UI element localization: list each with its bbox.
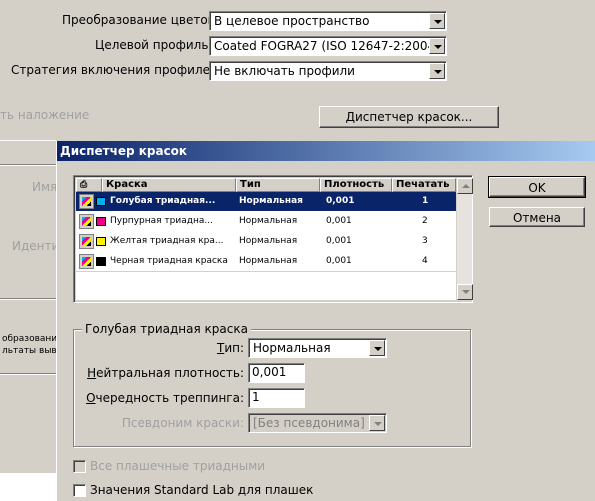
ident-label: Иденти: [12, 239, 60, 253]
trapping-sequence-label: Очередность треппинга:: [86, 391, 244, 405]
swatch-icon: [96, 237, 106, 246]
overlay-label: ть наложение: [0, 108, 90, 122]
process-ink-icon[interactable]: [79, 234, 94, 249]
all-spots-to-process-label: Все плашечные триадными: [90, 459, 266, 473]
profile-strategy-select[interactable]: Не включать профили: [209, 61, 447, 81]
type-select[interactable]: Нормальная: [248, 338, 387, 358]
chevron-down-icon[interactable]: [369, 340, 385, 356]
name-label: Имя: [32, 180, 58, 194]
group-title: Голубая триадная краска: [82, 322, 251, 336]
column-header-type[interactable]: Тип: [236, 178, 320, 192]
use-standard-lab-checkbox[interactable]: [73, 484, 86, 497]
chevron-down-icon[interactable]: [429, 63, 445, 79]
target-profile-select[interactable]: Coated FOGRA27 (ISO 12647-2:2004): [209, 36, 447, 56]
swatch-icon: [96, 217, 106, 226]
swatch-icon: [96, 257, 106, 266]
process-ink-icon[interactable]: [79, 254, 94, 269]
ink-row[interactable]: Голубая триадная... Нормальная 0,001 1: [76, 192, 456, 211]
ink-alias-select[interactable]: [Без псевдонима]: [248, 413, 387, 433]
column-header-sequence[interactable]: Печатать: [392, 178, 456, 192]
chevron-down-icon[interactable]: [429, 38, 445, 54]
ink-manager-dialog: Диспетчер красок ⎙ Краска Тип Плотность …: [56, 141, 595, 501]
convert-label-1: образование: [2, 334, 63, 344]
column-header-print-icon[interactable]: ⎙: [76, 178, 102, 192]
ink-properties-group: Голубая триадная краска Тип: Нормальная …: [73, 322, 471, 447]
scroll-down-icon[interactable]: [457, 284, 473, 300]
neutral-density-label: Нейтральная плотность:: [87, 366, 244, 380]
scroll-up-icon[interactable]: [457, 178, 473, 194]
neutral-density-input[interactable]: 0,001: [248, 363, 305, 383]
target-profile-label: Целевой профиль:: [95, 38, 213, 52]
column-header-density[interactable]: Плотность: [320, 178, 392, 192]
profile-strategy-label: Стратегия включения профилей:: [11, 63, 222, 77]
all-spots-to-process-checkbox[interactable]: [73, 460, 86, 473]
type-label: Тип:: [216, 341, 244, 355]
ink-row[interactable]: Черная триадная краска Нормальная 0,001 …: [76, 252, 456, 271]
cancel-button[interactable]: Отмена: [489, 207, 585, 227]
ink-row[interactable]: Желтая триадная кра... Нормальная 0,001 …: [76, 232, 456, 251]
ink-manager-button[interactable]: Диспетчер красок...: [319, 106, 499, 128]
vertical-scrollbar[interactable]: [456, 178, 473, 300]
ink-list-body: ⎙ Краска Тип Плотность Печатать Голубая …: [76, 178, 456, 300]
swatch-icon: [96, 197, 106, 206]
chevron-down-icon[interactable]: [429, 13, 445, 29]
use-standard-lab-label: Значения Standard Lab для плашек: [90, 483, 314, 497]
printer-icon: ⎙: [80, 180, 88, 190]
chevron-down-icon[interactable]: [369, 415, 385, 431]
ink-alias-label: Псевдоним краски:: [121, 416, 244, 430]
ok-button[interactable]: OK: [488, 176, 586, 198]
column-header-ink[interactable]: Краска: [102, 178, 236, 192]
color-conversion-select[interactable]: В целевое пространство: [209, 11, 447, 31]
trapping-sequence-input[interactable]: 1: [248, 388, 305, 408]
convert-label-2: льтаты выв: [2, 346, 57, 356]
underlying-panel: Имя Иденти образование льтаты выв: [0, 140, 63, 501]
process-ink-icon[interactable]: [79, 194, 94, 209]
dialog-title: Диспетчер красок: [57, 141, 595, 161]
process-ink-icon[interactable]: [79, 214, 94, 229]
color-conversion-label: Преобразование цветов:: [62, 13, 219, 27]
ink-row[interactable]: Пурпурная триадна... Нормальная 0,001 2: [76, 212, 456, 231]
ink-list: ⎙ Краска Тип Плотность Печатать Голубая …: [73, 175, 473, 303]
